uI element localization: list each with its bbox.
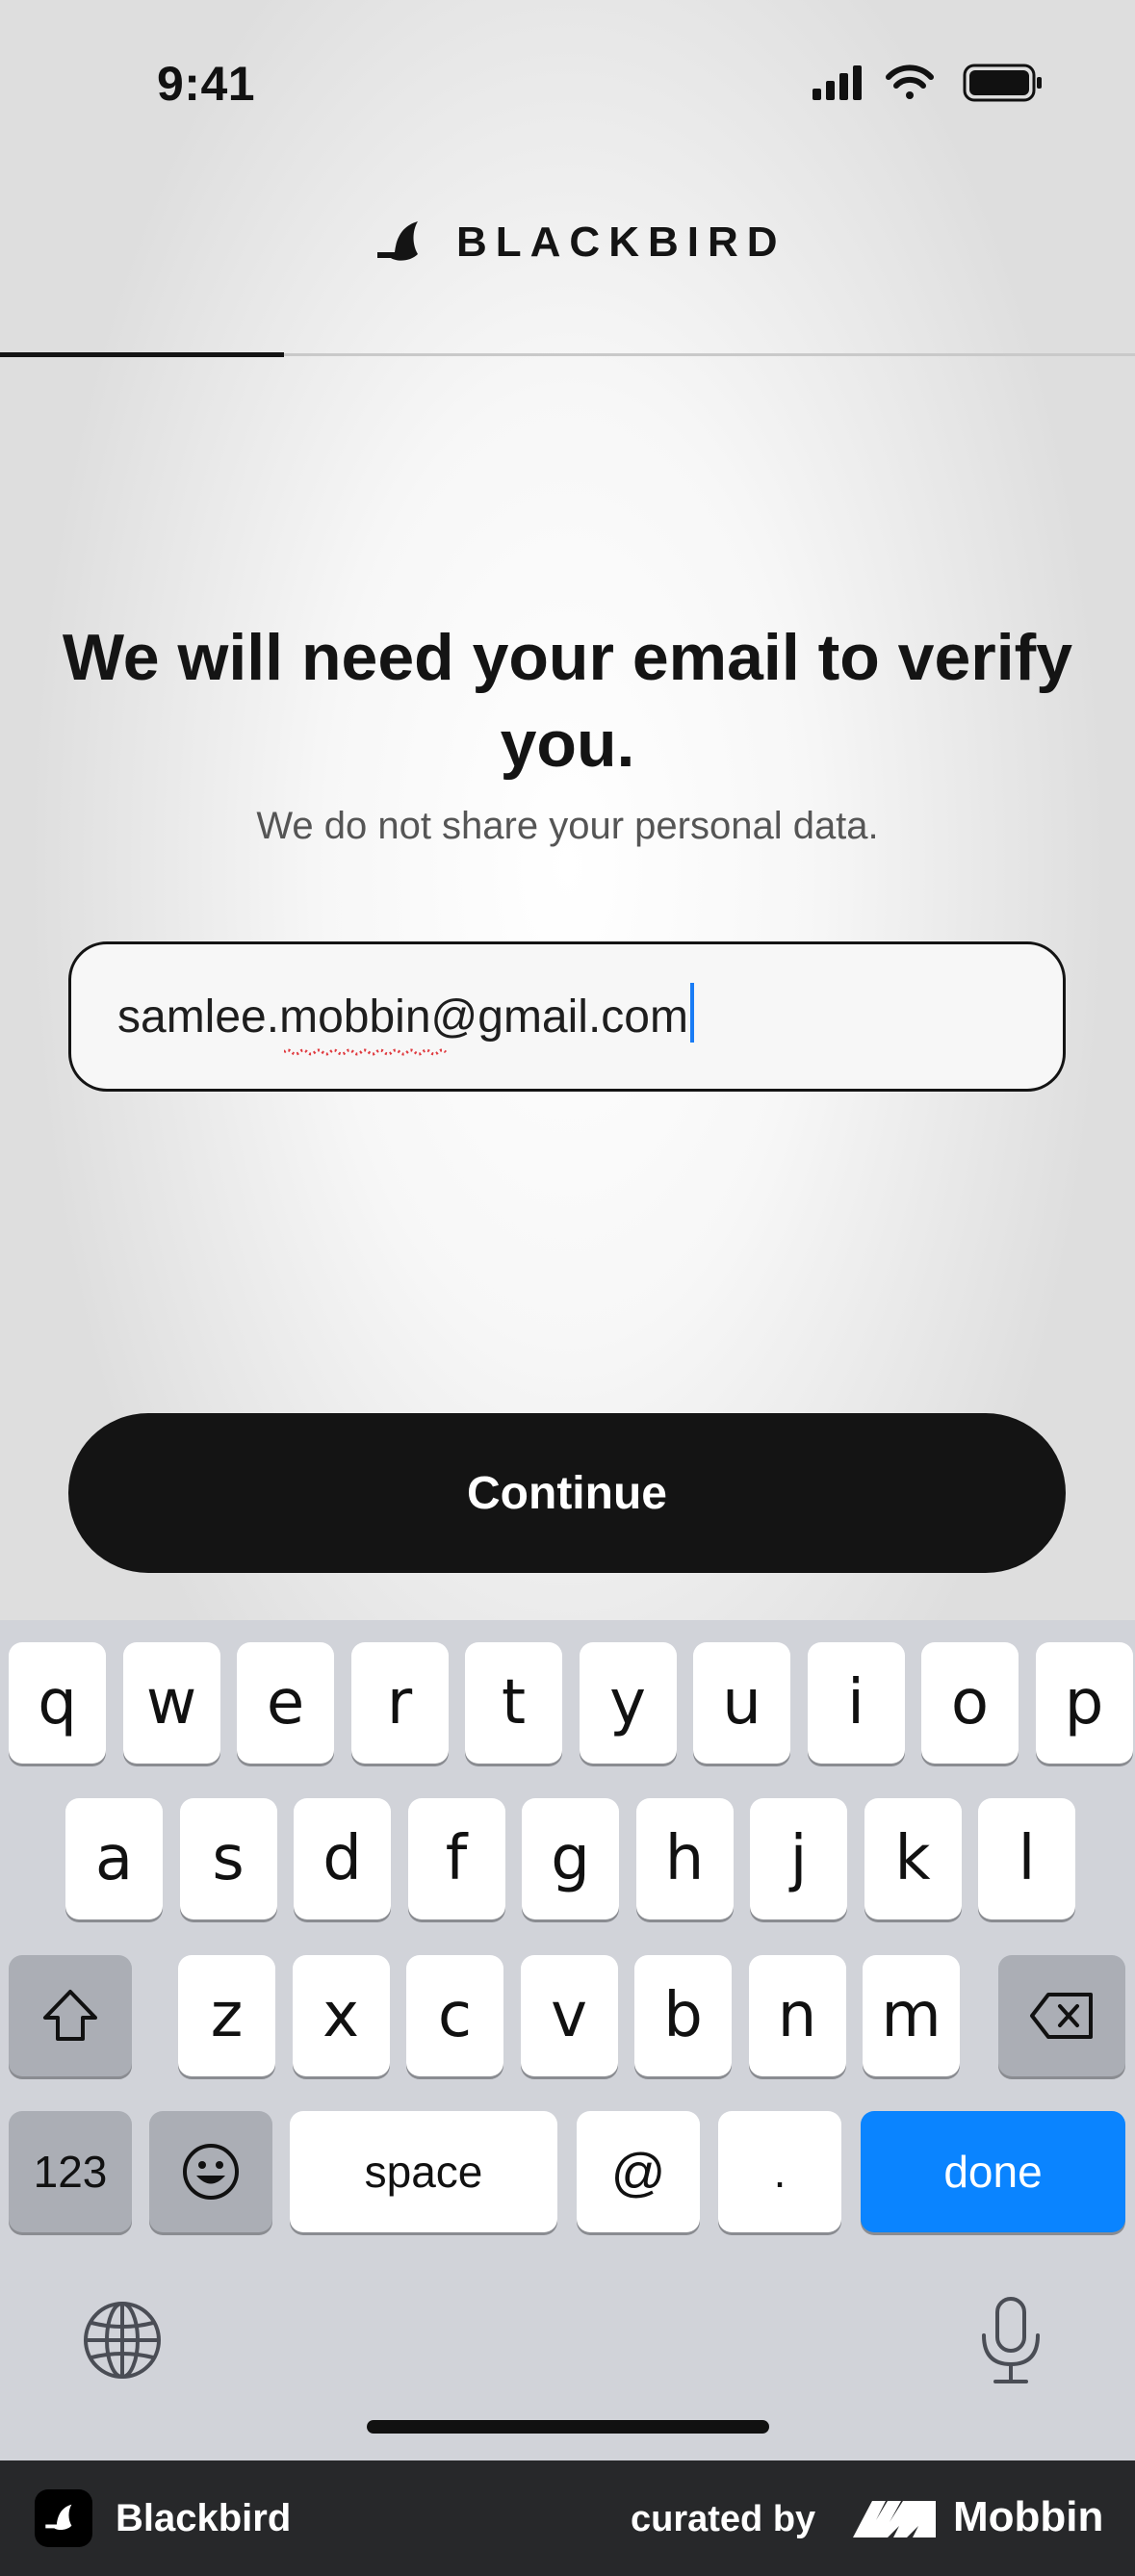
key-v[interactable]: v <box>520 1955 618 2076</box>
key-w[interactable]: w <box>122 1642 220 1764</box>
key-l[interactable]: l <box>978 1798 1075 1919</box>
key-s[interactable]: s <box>179 1798 277 1919</box>
key-t[interactable]: t <box>465 1642 562 1764</box>
progress-indicator <box>0 352 284 357</box>
status-bar: 9:41 <box>0 0 1135 164</box>
key-p[interactable]: p <box>1035 1642 1133 1764</box>
emoji-key[interactable] <box>149 2111 272 2232</box>
email-value-flagged: mobbin <box>279 991 431 1043</box>
continue-button[interactable]: Continue <box>68 1413 1066 1573</box>
backspace-icon <box>1030 1993 1093 2039</box>
key-r[interactable]: r <box>350 1642 449 1764</box>
battery-icon <box>963 64 1042 102</box>
key-u[interactable]: u <box>693 1642 790 1764</box>
home-indicator <box>367 2420 769 2434</box>
brand-header: BLACKBIRD <box>375 214 787 271</box>
email-value-suffix: @gmail.com <box>430 991 688 1043</box>
key-j[interactable]: j <box>750 1798 847 1919</box>
key-y[interactable]: y <box>579 1642 677 1764</box>
blackbird-logo-icon <box>377 221 418 261</box>
email-field[interactable]: samlee.mobbin@gmail.com <box>68 941 1066 1092</box>
key-i[interactable]: i <box>807 1642 905 1764</box>
curated-by-label: curated by <box>631 2499 816 2539</box>
key-b[interactable]: b <box>634 1955 732 2076</box>
space-key[interactable]: space <box>290 2111 557 2232</box>
email-value: samlee.mobbin@gmail.com <box>117 991 688 1055</box>
footer-app-name: Blackbird <box>116 2497 292 2539</box>
key-z[interactable]: z <box>178 1955 275 2076</box>
blackbird-app-icon <box>35 2489 92 2547</box>
text-caret <box>689 983 694 1043</box>
wifi-icon <box>886 64 934 99</box>
key-e[interactable]: e <box>237 1642 334 1764</box>
key-x[interactable]: x <box>292 1955 390 2076</box>
dot-key[interactable]: . <box>718 2111 841 2232</box>
microphone-icon[interactable] <box>976 2295 1045 2387</box>
page-subtitle: We do not share your personal data. <box>256 805 879 847</box>
attribution-footer: Blackbird curated by Mobbin <box>0 2460 1135 2576</box>
emoji-icon <box>183 2144 239 2200</box>
email-value-prefix: samlee. <box>117 991 280 1043</box>
curator-name: Mobbin <box>953 2493 1104 2540</box>
key-o[interactable]: o <box>921 1642 1019 1764</box>
globe-icon[interactable] <box>81 2299 164 2382</box>
at-key[interactable]: @ <box>577 2111 700 2232</box>
brand-name: BLACKBIRD <box>456 219 787 266</box>
key-k[interactable]: k <box>864 1798 962 1919</box>
shift-key[interactable] <box>9 1955 132 2076</box>
page-title: We will need your email to verify you. <box>62 621 1073 781</box>
cellular-signal-icon <box>813 65 862 100</box>
key-c[interactable]: c <box>406 1955 503 2076</box>
key-f[interactable]: f <box>407 1798 505 1919</box>
numbers-key[interactable]: 123 <box>9 2111 132 2232</box>
key-g[interactable]: g <box>522 1798 619 1919</box>
key-q[interactable]: q <box>9 1642 106 1764</box>
key-a[interactable]: a <box>65 1798 163 1919</box>
blackbird-logo-icon <box>45 2504 72 2531</box>
key-h[interactable]: h <box>635 1798 734 1919</box>
mobbin-logo-icon <box>853 2501 936 2537</box>
key-m[interactable]: m <box>863 1955 960 2076</box>
shift-icon <box>43 1990 97 2041</box>
backspace-key[interactable] <box>998 1955 1125 2076</box>
status-icons <box>813 64 1042 102</box>
spellcheck-underline <box>284 1048 448 1055</box>
key-d[interactable]: d <box>294 1798 391 1919</box>
status-time: 9:41 <box>157 57 256 111</box>
done-key[interactable]: done <box>861 2111 1125 2232</box>
key-n[interactable]: n <box>748 1955 846 2076</box>
